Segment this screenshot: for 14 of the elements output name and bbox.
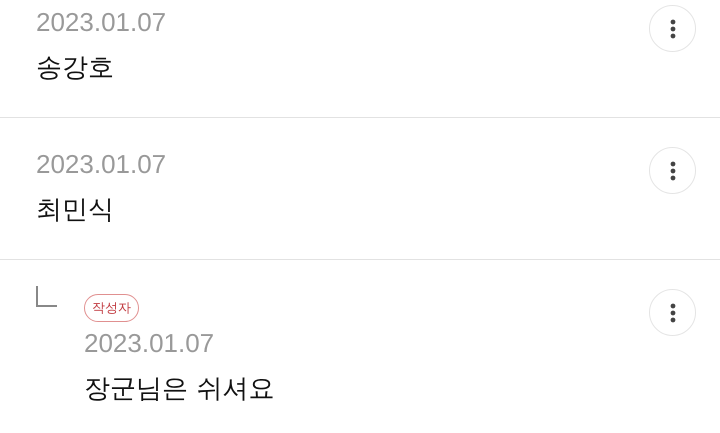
- comment-date: 2023.01.07: [36, 149, 166, 179]
- comment-text: 송강호: [36, 52, 114, 85]
- more-icon: [670, 302, 676, 322]
- more-icon: [670, 160, 676, 180]
- reply-corner-icon: [36, 286, 57, 307]
- comment-text: 장군님은 쉬셔요: [84, 373, 274, 406]
- more-options-button[interactable]: [649, 289, 696, 336]
- comment-date: 2023.01.07: [84, 328, 214, 358]
- comment-date: 2023.01.07: [36, 7, 166, 37]
- more-options-button[interactable]: [649, 147, 696, 194]
- author-badge: 작성자: [84, 294, 139, 322]
- comment-text: 최민식: [36, 194, 114, 227]
- more-icon: [670, 18, 676, 38]
- more-options-button[interactable]: [649, 5, 696, 52]
